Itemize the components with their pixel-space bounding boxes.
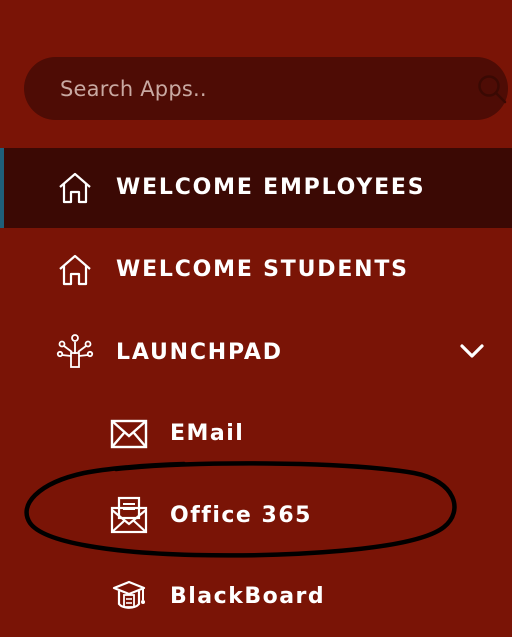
search-icon[interactable] bbox=[476, 73, 508, 105]
nav-item-welcome-students[interactable]: WELCOME STUDENTS bbox=[0, 230, 512, 310]
chevron-down-icon[interactable] bbox=[458, 340, 486, 362]
nav-item-label: LAUNCHPAD bbox=[116, 340, 283, 365]
nav-item-label: WELCOME EMPLOYEES bbox=[116, 175, 426, 200]
sub-item-label: BlackBoard bbox=[170, 584, 326, 609]
nav-item-launchpad[interactable]: LAUNCHPAD bbox=[0, 312, 512, 392]
home-icon bbox=[59, 172, 91, 204]
home-icon bbox=[59, 254, 91, 286]
nav-item-welcome-employees[interactable]: WELCOME EMPLOYEES bbox=[0, 148, 512, 228]
search-bar[interactable] bbox=[24, 57, 508, 120]
blackboard-icon bbox=[112, 580, 146, 609]
highlight-circle-annotation bbox=[24, 461, 457, 558]
mail-icon bbox=[110, 419, 148, 449]
sub-item-label: EMail bbox=[170, 421, 245, 446]
sub-item-blackboard[interactable]: BlackBoard bbox=[0, 558, 512, 637]
sidebar-panel: WELCOME EMPLOYEES WELCOME STUDENTS LAUNC… bbox=[0, 0, 512, 637]
nav-item-label: WELCOME STUDENTS bbox=[116, 257, 409, 282]
search-input[interactable] bbox=[58, 71, 442, 107]
launchpad-icon bbox=[56, 334, 94, 368]
